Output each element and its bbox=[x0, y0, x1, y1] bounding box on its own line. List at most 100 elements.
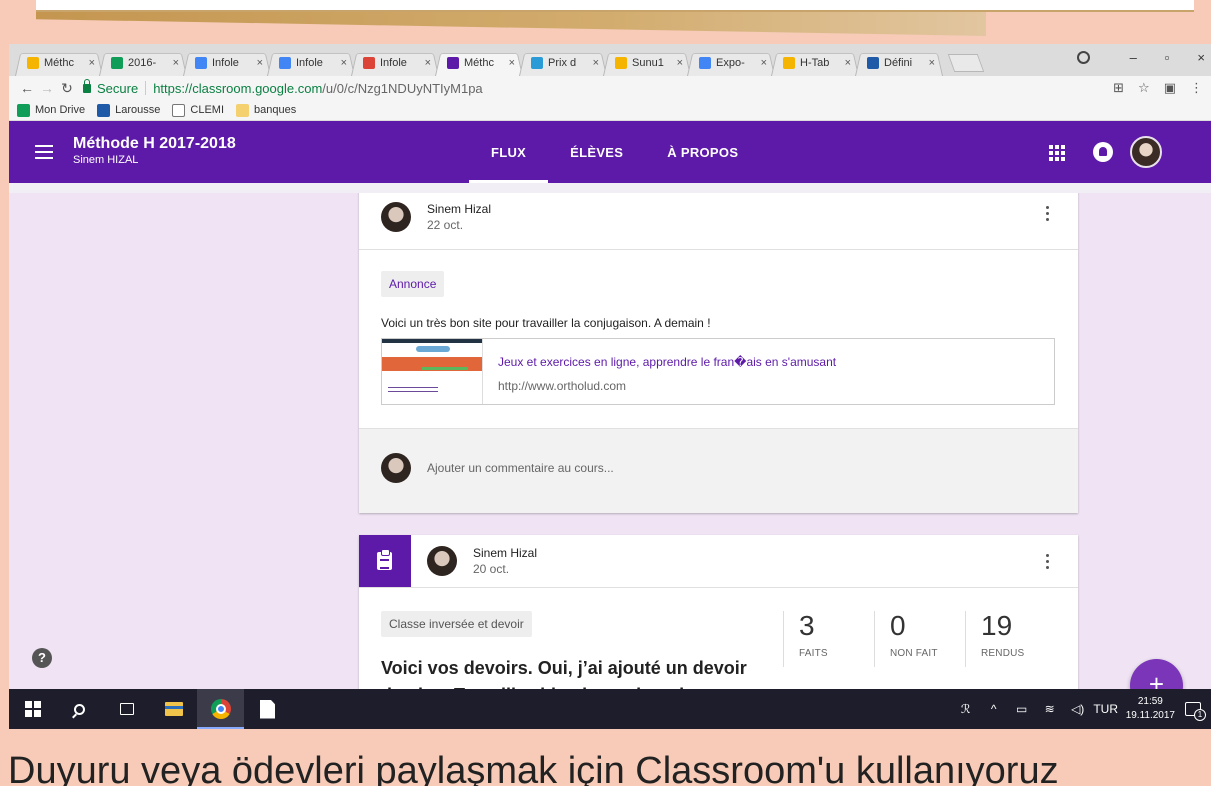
volume-icon[interactable]: ◁) bbox=[1064, 702, 1092, 716]
menu-kebab-icon[interactable]: ⋮ bbox=[1190, 80, 1203, 96]
battery-icon[interactable]: ▭ bbox=[1008, 702, 1036, 716]
tab-close-icon[interactable]: × bbox=[425, 57, 431, 69]
assignment-title[interactable]: Voici vos devoirs. Oui, j’ai ajouté un d… bbox=[381, 655, 771, 689]
browser-tab[interactable]: Expo- × bbox=[687, 50, 775, 76]
clock[interactable]: 21:59 19.11.2017 bbox=[1126, 695, 1175, 723]
address-bar[interactable]: Secure https://classroom.google.com/u/0/… bbox=[83, 78, 1113, 96]
help-icon[interactable]: ? bbox=[32, 648, 52, 668]
stat-value: 3 bbox=[799, 610, 815, 641]
browser-tab[interactable]: Infole × bbox=[183, 50, 271, 76]
comment-input[interactable]: Ajouter un commentaire au cours... bbox=[427, 461, 614, 475]
document-taskbar-button[interactable] bbox=[244, 689, 291, 729]
tab-eleves[interactable]: ÉLÈVES bbox=[548, 121, 645, 183]
start-button[interactable] bbox=[9, 689, 56, 729]
browser-tab[interactable]: Infole × bbox=[351, 50, 439, 76]
browser-tab[interactable]: Méthc × bbox=[15, 50, 103, 76]
slide-gold-shape bbox=[36, 12, 986, 36]
stream-content: ? Sinem Hizal 22 oct. Annonce Voici un t… bbox=[9, 193, 1211, 689]
author-avatar bbox=[381, 202, 411, 232]
slides-favicon bbox=[615, 57, 627, 69]
close-window-button[interactable]: × bbox=[1197, 50, 1205, 65]
language-indicator[interactable]: TUR bbox=[1092, 702, 1120, 716]
wifi-icon[interactable]: ≋ bbox=[1036, 702, 1064, 716]
secure-indicator[interactable]: Secure bbox=[83, 78, 139, 96]
link-title[interactable]: Jeux et exercices en ligne, apprendre le… bbox=[498, 355, 836, 369]
tab-close-icon[interactable]: × bbox=[929, 57, 935, 69]
stat-done[interactable]: 3 FAITS bbox=[783, 610, 874, 667]
browser-tab[interactable]: Défini × bbox=[855, 50, 943, 76]
tab-close-icon[interactable]: × bbox=[677, 57, 683, 69]
tab-close-icon[interactable]: × bbox=[509, 57, 515, 69]
tab-a-propos[interactable]: À PROPOS bbox=[645, 121, 760, 183]
bookmark-item[interactable]: Mon Drive bbox=[17, 103, 85, 117]
classroom-favicon bbox=[447, 57, 459, 69]
bookmark-item[interactable]: CLEMI bbox=[172, 103, 225, 117]
browser-tab-active[interactable]: Méthc × bbox=[435, 50, 523, 76]
search-icon bbox=[74, 703, 85, 715]
tab-title: H-Tab bbox=[800, 57, 830, 69]
tab-title: 2016- bbox=[128, 57, 157, 69]
extension-icon[interactable]: ▣ bbox=[1164, 80, 1176, 96]
tab-close-icon[interactable]: × bbox=[593, 57, 599, 69]
action-center-icon[interactable]: 1 bbox=[1185, 702, 1206, 721]
class-title[interactable]: Méthode H 2017-2018 bbox=[73, 135, 236, 153]
bookmark-item[interactable]: Larousse bbox=[97, 103, 160, 117]
tab-close-icon[interactable]: × bbox=[257, 57, 263, 69]
clock-date: 19.11.2017 bbox=[1125, 710, 1175, 721]
translate-icon[interactable]: ⊞ bbox=[1113, 80, 1124, 96]
stat-returned[interactable]: 19 RENDUS bbox=[965, 610, 1056, 667]
folder-icon bbox=[164, 702, 183, 716]
user-avatar[interactable] bbox=[1130, 136, 1162, 168]
classroom-header: Méthode H 2017-2018 Sinem HIZAL FLUX ÉLÈ… bbox=[9, 121, 1211, 183]
profile-icon[interactable] bbox=[1076, 51, 1090, 64]
chevron-up-icon[interactable]: ^ bbox=[980, 702, 1008, 716]
apps-grid-icon[interactable] bbox=[1049, 145, 1065, 161]
people-icon[interactable]: ℛ bbox=[952, 702, 980, 716]
reload-icon[interactable]: ↻ bbox=[57, 80, 77, 97]
bookmarks-bar: Mon Drive Larousse CLEMI banques bbox=[9, 100, 1211, 121]
more-options-icon[interactable] bbox=[1046, 554, 1050, 572]
add-fab-button[interactable]: + bbox=[1130, 659, 1183, 689]
stat-label: RENDUS bbox=[981, 647, 1025, 659]
tab-title: Expo- bbox=[716, 57, 745, 69]
browser-tab[interactable]: Sunu1 × bbox=[603, 50, 691, 76]
stat-label: NON FAIT bbox=[890, 647, 938, 659]
minimize-button[interactable]: – bbox=[1130, 50, 1137, 65]
tab-close-icon[interactable]: × bbox=[761, 57, 767, 69]
stat-not-done[interactable]: 0 NON FAIT bbox=[874, 610, 965, 667]
class-nav: FLUX ÉLÈVES À PROPOS bbox=[469, 121, 760, 183]
browser-tab[interactable]: 2016- × bbox=[99, 50, 187, 76]
tab-close-icon[interactable]: × bbox=[845, 57, 851, 69]
secure-label: Secure bbox=[97, 80, 139, 96]
browser-tab[interactable]: Infole × bbox=[267, 50, 355, 76]
forward-arrow-icon[interactable]: → bbox=[37, 80, 57, 96]
tab-close-icon[interactable]: × bbox=[173, 57, 179, 69]
menu-hamburger-icon[interactable] bbox=[35, 145, 53, 163]
topic-badge[interactable]: Annonce bbox=[381, 271, 445, 297]
link-attachment[interactable]: Jeux et exercices en ligne, apprendre le… bbox=[381, 338, 1055, 405]
browser-tab[interactable]: Prix d × bbox=[519, 50, 607, 76]
file-explorer-button[interactable] bbox=[150, 689, 197, 729]
bookmark-item[interactable]: banques bbox=[236, 103, 296, 117]
browser-tab[interactable]: H-Tab × bbox=[771, 50, 859, 76]
task-view-button[interactable] bbox=[103, 689, 150, 729]
topic-badge[interactable]: Classe inversée et devoir bbox=[381, 611, 532, 637]
chrome-taskbar-button[interactable] bbox=[197, 689, 244, 729]
comment-area: Ajouter un commentaire au cours... bbox=[359, 428, 1078, 513]
url-host: https://classroom.google.com bbox=[153, 80, 323, 96]
search-button[interactable] bbox=[56, 689, 103, 729]
new-tab-button[interactable] bbox=[947, 54, 985, 72]
clock-time: 21:59 bbox=[1137, 696, 1163, 707]
tab-favicon bbox=[531, 57, 543, 69]
tab-close-icon[interactable]: × bbox=[89, 57, 95, 69]
tab-close-icon[interactable]: × bbox=[341, 57, 347, 69]
stat-value: 19 bbox=[981, 610, 1013, 641]
card-divider bbox=[359, 587, 1078, 588]
more-options-icon[interactable] bbox=[1046, 206, 1050, 224]
back-arrow-icon[interactable]: ← bbox=[17, 80, 37, 96]
bookmark-label: CLEMI bbox=[190, 104, 225, 116]
notification-bell-icon[interactable] bbox=[1093, 142, 1113, 162]
bookmark-star-icon[interactable]: ☆ bbox=[1138, 80, 1150, 96]
maximize-button[interactable]: ▫ bbox=[1165, 50, 1170, 65]
tab-flux[interactable]: FLUX bbox=[469, 121, 549, 183]
